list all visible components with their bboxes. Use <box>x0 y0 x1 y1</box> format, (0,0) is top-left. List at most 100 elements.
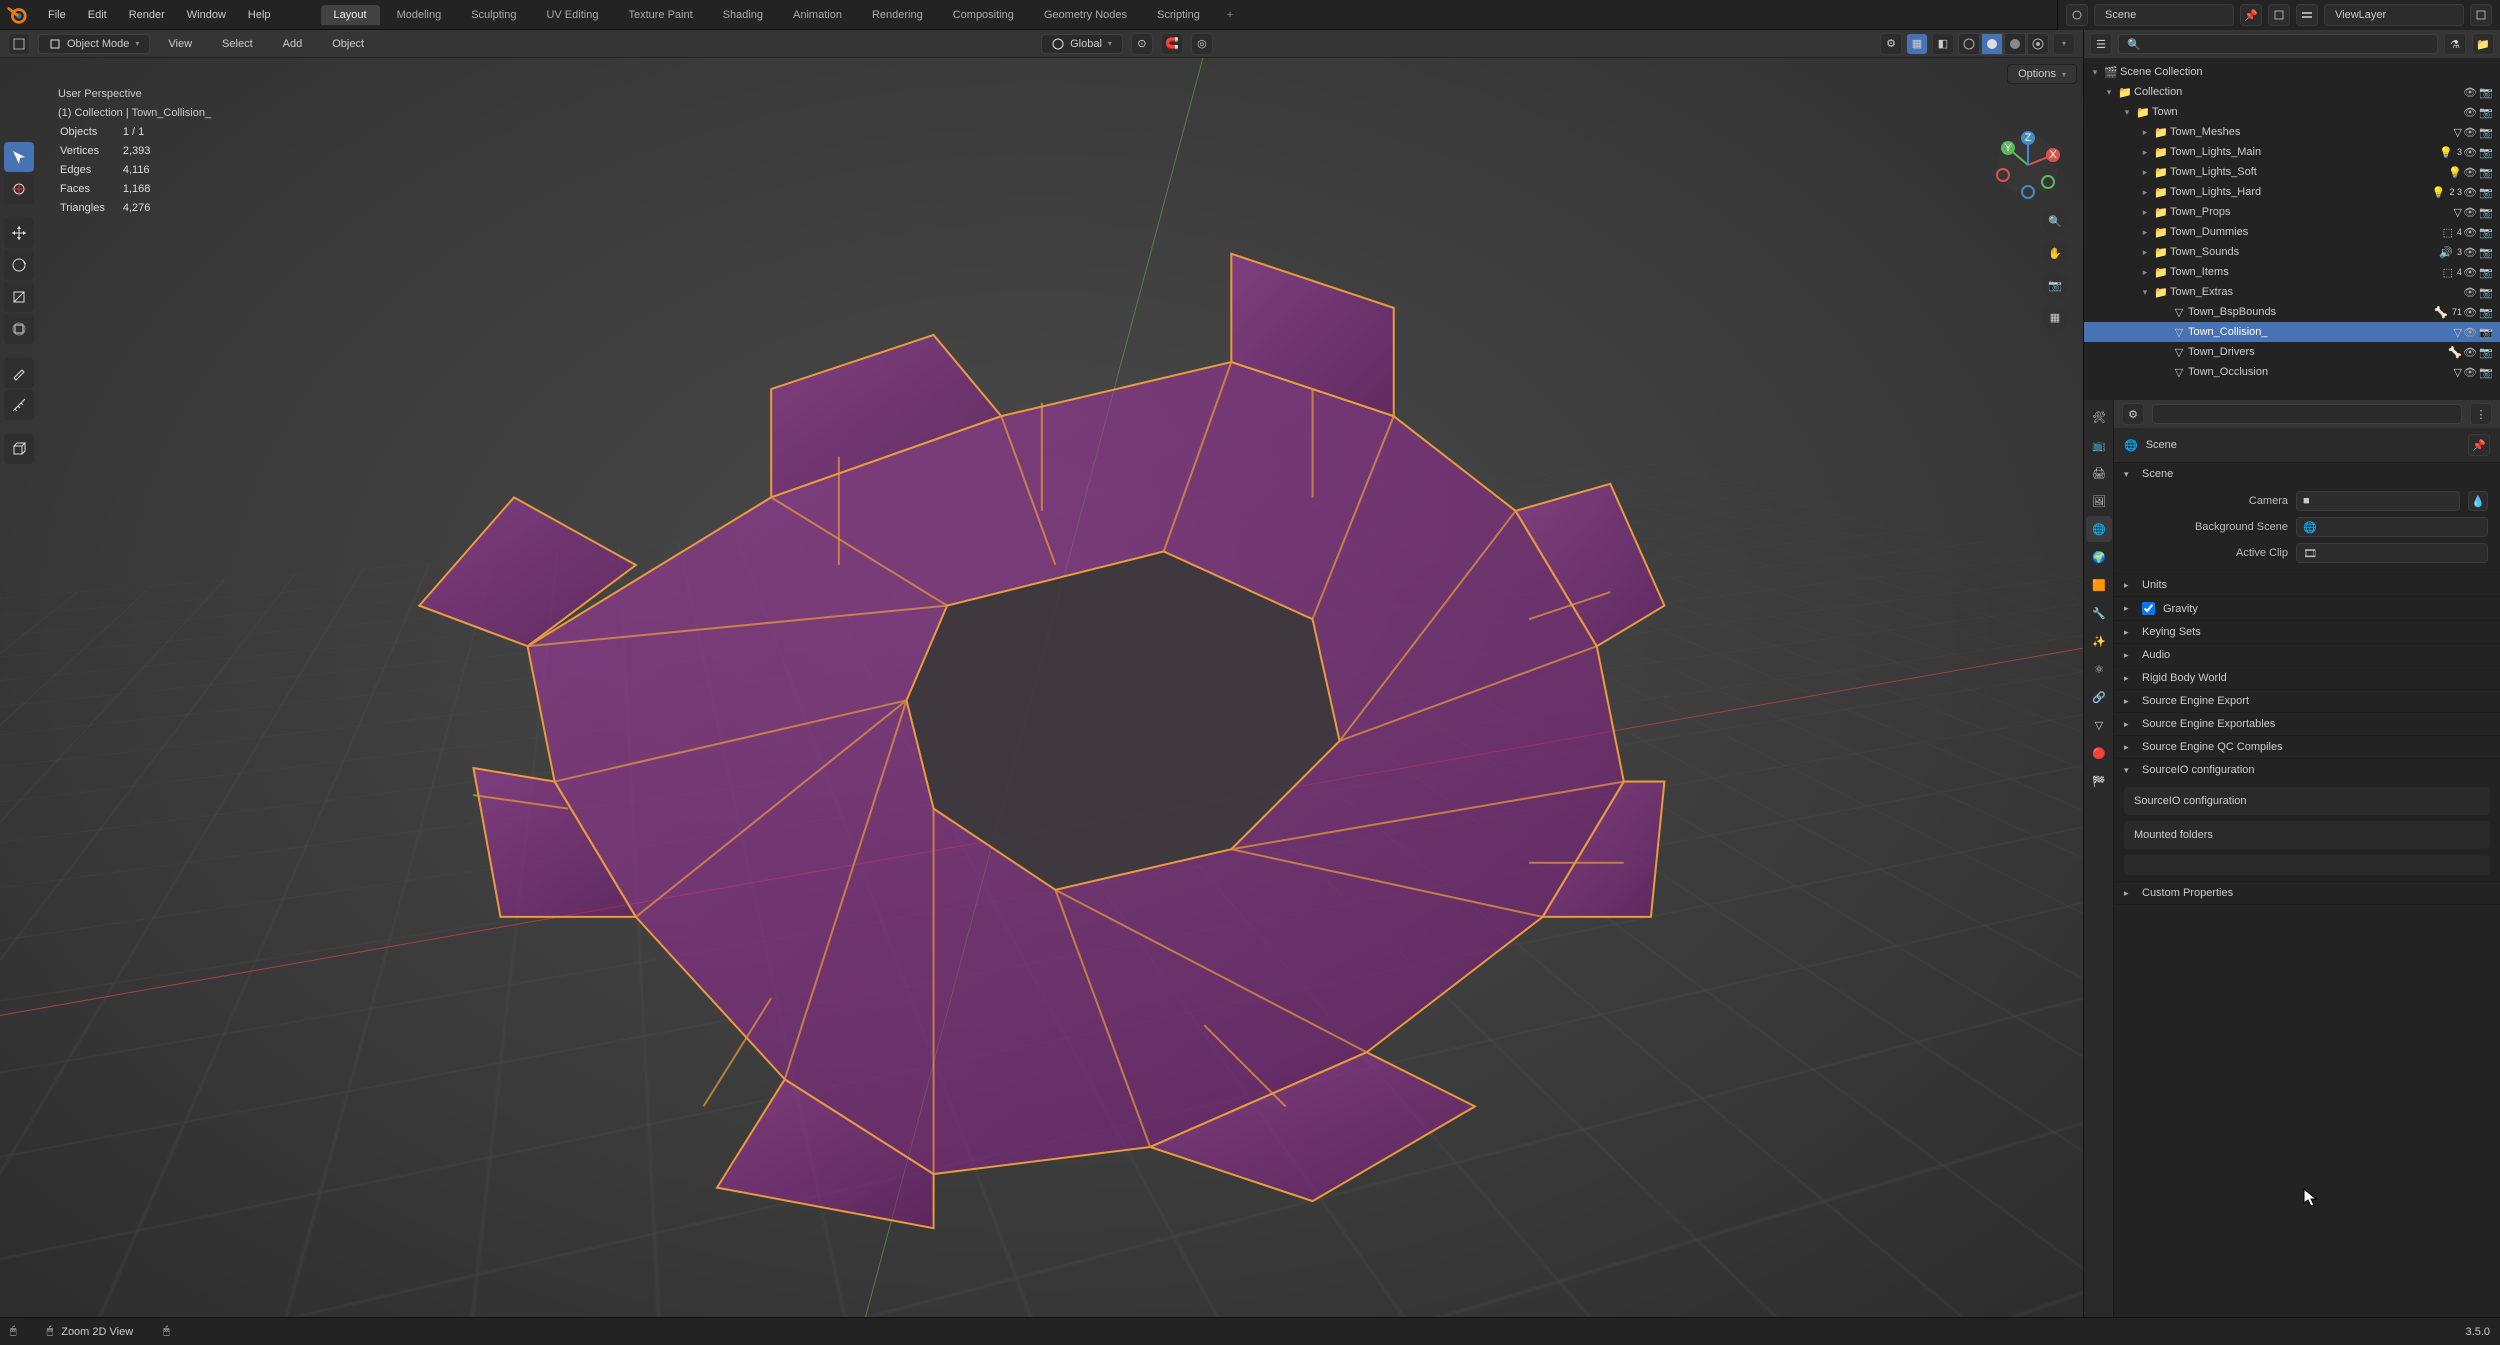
nav-persp-icon[interactable]: ▦ <box>2042 304 2068 330</box>
tool-select-box[interactable] <box>4 142 34 172</box>
nav-gizmo[interactable]: X Y Z <box>1993 130 2063 200</box>
tool-add-cube[interactable] <box>4 434 34 464</box>
ptab-data[interactable]: ▽ <box>2086 712 2112 738</box>
menu-render[interactable]: Render <box>119 5 175 25</box>
camera-field[interactable]: ■ <box>2296 491 2460 511</box>
editor-type-icon[interactable] <box>8 33 30 55</box>
viewlayer-browse-icon[interactable] <box>2296 4 2318 26</box>
tree-row[interactable]: ▸📁Town_Dummies⬚4👁📷 <box>2084 222 2500 242</box>
ptab-physics[interactable]: ⚛ <box>2086 656 2112 682</box>
visibility-toggle[interactable]: 👁 <box>2462 106 2478 119</box>
eyedropper-icon[interactable]: 💧 <box>2468 491 2488 511</box>
orientation-dropdown[interactable]: Global ▾ <box>1041 34 1123 54</box>
disclose-icon[interactable]: ▸ <box>2138 227 2152 238</box>
visibility-toggle[interactable]: 👁 <box>2462 306 2478 319</box>
visibility-toggle[interactable]: 👁 <box>2462 86 2478 99</box>
bg-scene-field[interactable]: 🌐 <box>2296 517 2488 537</box>
outliner-type-icon[interactable]: ☰ <box>2090 33 2112 55</box>
disclose-icon[interactable]: ▸ <box>2138 167 2152 178</box>
new-viewlayer-icon[interactable] <box>2470 4 2492 26</box>
disclose-icon[interactable]: ▸ <box>2138 207 2152 218</box>
ptab-tool[interactable]: 🛠 <box>2086 404 2112 430</box>
ptab-particles[interactable]: ✨ <box>2086 628 2112 654</box>
visibility-toggle[interactable]: 👁 <box>2462 166 2478 179</box>
render-toggle[interactable]: 📷 <box>2478 306 2494 319</box>
tab-shading[interactable]: Shading <box>710 5 776 25</box>
tab-geometry-nodes[interactable]: Geometry Nodes <box>1031 5 1140 25</box>
gravity-checkbox[interactable] <box>2142 602 2155 615</box>
tab-modeling[interactable]: Modeling <box>384 5 455 25</box>
tab-rendering[interactable]: Rendering <box>859 5 936 25</box>
tree-row[interactable]: ▽Town_Drivers🦴👁📷 <box>2084 342 2500 362</box>
disclose-icon[interactable]: ▾ <box>2102 87 2116 98</box>
shading-wireframe[interactable] <box>1958 33 1980 55</box>
tree-row[interactable]: ▸📁Town_Lights_Main💡3👁📷 <box>2084 142 2500 162</box>
shading-solid[interactable] <box>1981 33 2003 55</box>
ptab-output[interactable]: 🖨 <box>2086 460 2112 486</box>
ptab-texture[interactable]: 🏁 <box>2086 768 2112 794</box>
ptab-material[interactable]: 🔴 <box>2086 740 2112 766</box>
tree-row[interactable]: ▽Town_BspBounds🦴71👁📷 <box>2084 302 2500 322</box>
render-toggle[interactable]: 📷 <box>2478 126 2494 139</box>
render-toggle[interactable]: 📷 <box>2478 166 2494 179</box>
mode-dropdown[interactable]: Object Mode ▾ <box>38 34 150 54</box>
pin-icon[interactable]: 📌 <box>2468 434 2490 456</box>
ptab-viewlayer[interactable]: 🖼 <box>2086 488 2112 514</box>
tool-scale[interactable] <box>4 282 34 312</box>
panel-scene-header[interactable]: ▾Scene <box>2114 463 2500 485</box>
overlays-toggle[interactable]: ▦ <box>1906 33 1928 55</box>
tab-animation[interactable]: Animation <box>780 5 855 25</box>
render-toggle[interactable]: 📷 <box>2478 346 2494 359</box>
ptab-world[interactable]: 🌍 <box>2086 544 2112 570</box>
gizmo-visibility-icon[interactable]: ⚙ <box>1880 33 1902 55</box>
tab-uv-editing[interactable]: UV Editing <box>533 5 611 25</box>
vp-menu-add[interactable]: Add <box>273 34 313 54</box>
visibility-toggle[interactable]: 👁 <box>2462 226 2478 239</box>
props-options-icon[interactable]: ⋮ <box>2470 403 2492 425</box>
disclose-icon[interactable]: ▸ <box>2138 127 2152 138</box>
tree-row[interactable]: ▸📁Town_Meshes▽👁📷 <box>2084 122 2500 142</box>
visibility-toggle[interactable]: 👁 <box>2462 186 2478 199</box>
scene-browse-icon[interactable] <box>2066 4 2088 26</box>
render-toggle[interactable]: 📷 <box>2478 106 2494 119</box>
visibility-toggle[interactable]: 👁 <box>2462 246 2478 259</box>
props-type-icon[interactable]: ⚙ <box>2122 403 2144 425</box>
tree-row[interactable]: ▾📁Town👁📷 <box>2084 102 2500 122</box>
scene-name-field[interactable]: Scene <box>2094 4 2234 26</box>
nav-pan-icon[interactable]: ✋ <box>2042 240 2068 266</box>
tab-layout[interactable]: Layout <box>321 5 380 25</box>
active-clip-field[interactable]: 🎞 <box>2296 543 2488 563</box>
tab-sculpting[interactable]: Sculpting <box>458 5 529 25</box>
ptab-render[interactable]: 📺 <box>2086 432 2112 458</box>
visibility-toggle[interactable]: 👁 <box>2462 146 2478 159</box>
disclose-icon[interactable]: ▸ <box>2138 247 2152 258</box>
tab-scripting[interactable]: Scripting <box>1144 5 1213 25</box>
xray-toggle[interactable]: ◧ <box>1932 33 1954 55</box>
tree-row-root[interactable]: ▾ 🎬 Scene Collection <box>2084 62 2500 82</box>
ptab-object[interactable]: 🟧 <box>2086 572 2112 598</box>
tool-transform[interactable] <box>4 314 34 344</box>
proportional-icon[interactable]: ◎ <box>1191 33 1213 55</box>
pivot-icon[interactable]: ⊙ <box>1131 33 1153 55</box>
ptab-modifiers[interactable]: 🔧 <box>2086 600 2112 626</box>
shading-matpreview[interactable] <box>2004 33 2026 55</box>
ptab-constraints[interactable]: 🔗 <box>2086 684 2112 710</box>
viewport-options-button[interactable]: Options▾ <box>2007 64 2077 84</box>
visibility-toggle[interactable]: 👁 <box>2462 266 2478 279</box>
visibility-toggle[interactable]: 👁 <box>2462 366 2478 379</box>
render-toggle[interactable]: 📷 <box>2478 86 2494 99</box>
menu-file[interactable]: File <box>38 5 76 25</box>
outliner-search[interactable]: 🔍 <box>2118 34 2438 54</box>
tree-row[interactable]: ▸📁Town_Lights_Soft💡👁📷 <box>2084 162 2500 182</box>
pin-scene-icon[interactable]: 📌 <box>2240 4 2262 26</box>
tree-row[interactable]: ▸📁Town_Props▽👁📷 <box>2084 202 2500 222</box>
vp-menu-view[interactable]: View <box>158 34 202 54</box>
tree-row[interactable]: ▸📁Town_Lights_Hard💡2 3👁📷 <box>2084 182 2500 202</box>
menu-help[interactable]: Help <box>238 5 281 25</box>
render-toggle[interactable]: 📷 <box>2478 186 2494 199</box>
3d-viewport[interactable]: Options▾ User Perspective (1) Collection… <box>0 58 2083 1317</box>
tab-texture-paint[interactable]: Texture Paint <box>615 5 705 25</box>
tool-move[interactable] <box>4 218 34 248</box>
disclose-icon[interactable]: ▾ <box>2088 67 2102 78</box>
viewlayer-name-field[interactable]: ViewLayer <box>2324 4 2464 26</box>
